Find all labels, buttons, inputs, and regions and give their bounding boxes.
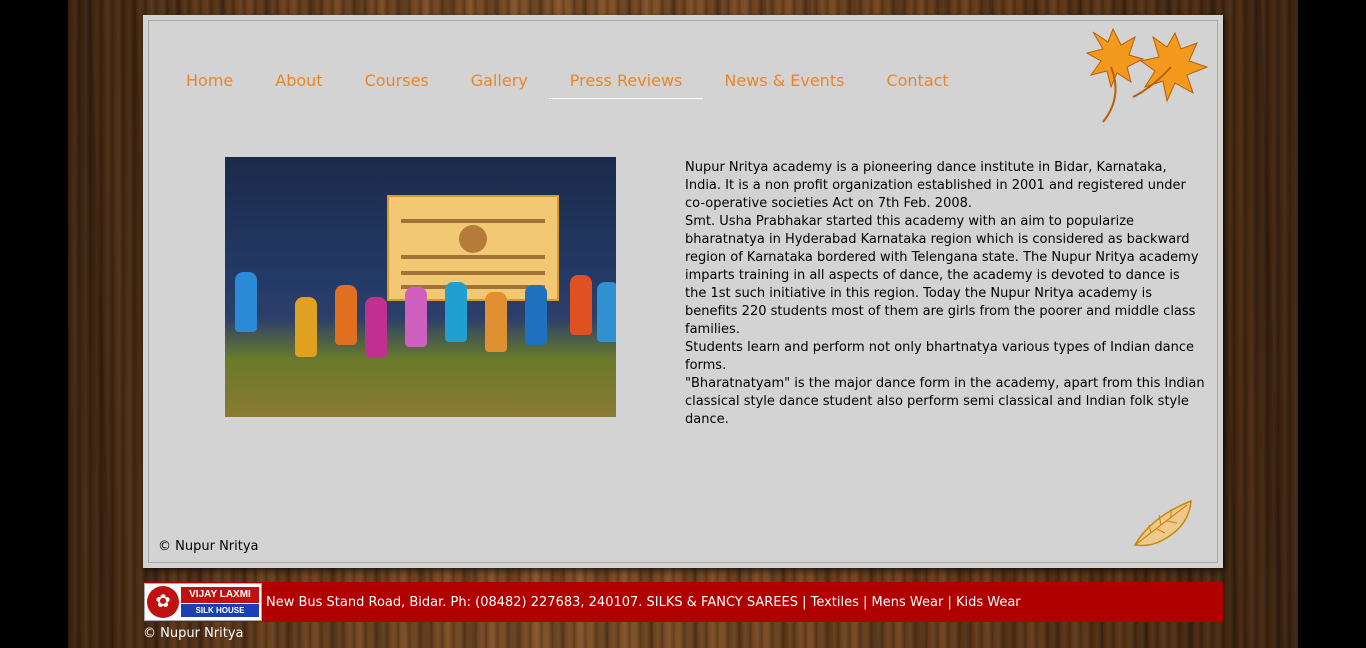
nav-gallery[interactable]: Gallery — [450, 69, 549, 99]
nav-about[interactable]: About — [254, 69, 343, 99]
description-paragraph: Students learn and perform not only bhar… — [685, 340, 1195, 373]
main-nav: Home About Courses Gallery Press Reviews… — [165, 69, 970, 99]
nav-courses[interactable]: Courses — [344, 69, 450, 99]
dance-performance-photo — [225, 157, 616, 417]
page-copyright: © Nupur Nritya — [143, 626, 244, 641]
description-paragraph: Nupur Nritya academy is a pioneering dan… — [685, 160, 1186, 211]
academy-description: Nupur Nritya academy is a pioneering dan… — [685, 159, 1205, 429]
sponsor-ad-text[interactable]: New Bus Stand Road, Bidar. Ph: (08482) 2… — [266, 595, 1021, 610]
nav-home[interactable]: Home — [165, 69, 254, 99]
panel-copyright: © Nupur Nritya — [158, 539, 259, 554]
leaf-decoration-icon — [1133, 499, 1192, 547]
sponsor-logo-subtitle: SILK HOUSE — [181, 604, 259, 617]
description-paragraph: "Bharatnatyam" is the major dance form i… — [685, 376, 1205, 427]
nav-contact[interactable]: Contact — [865, 69, 969, 99]
main-panel: Home About Courses Gallery Press Reviews… — [143, 15, 1223, 568]
description-paragraph: Smt. Usha Prabhakar started this academy… — [685, 214, 1199, 337]
nav-news-events[interactable]: News & Events — [703, 69, 865, 99]
sponsor-logo-title: VIJAY LAXMI — [181, 587, 259, 603]
sponsor-logo-icon: ✿ — [147, 586, 179, 618]
maple-leaves-icon — [1085, 27, 1209, 123]
nav-press-reviews[interactable]: Press Reviews — [548, 69, 704, 99]
sponsor-ad-bar[interactable]: ✿ VIJAY LAXMI SILK HOUSE New Bus Stand R… — [143, 582, 1223, 622]
sponsor-logo[interactable]: ✿ VIJAY LAXMI SILK HOUSE — [144, 583, 262, 621]
